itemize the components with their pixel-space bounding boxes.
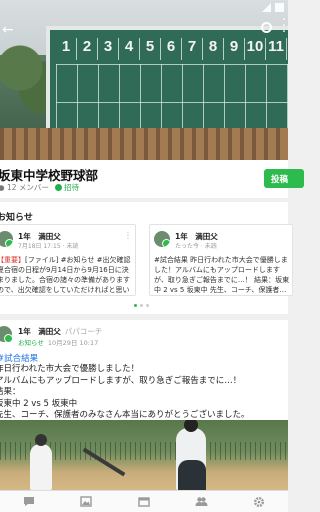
members-icon[interactable] (195, 496, 208, 507)
scoreboard-number: 7 (182, 38, 203, 60)
notices-title: お知らせ (0, 213, 33, 223)
invite-label: 招待 (64, 183, 79, 192)
search-icon[interactable] (261, 22, 272, 33)
chat-icon[interactable] (22, 496, 35, 507)
scoreboard-number: 4 (119, 38, 140, 60)
bottom-navigation (0, 490, 288, 512)
calendar-icon[interactable] (137, 496, 150, 507)
scoreboard-number: 2 (77, 38, 98, 60)
notice-tag: 【重要】 (0, 256, 25, 264)
scoreboard: 123456789101112 (46, 26, 288, 144)
catcher-figure (178, 460, 206, 490)
scoreboard-number: 9 (224, 38, 245, 60)
chevron-right-icon[interactable]: › (84, 164, 89, 178)
author-name-label: 1年 満田父 (18, 327, 61, 336)
status-bar (262, 3, 284, 12)
fence (0, 128, 288, 160)
scoreboard-number: 10 (245, 38, 266, 60)
group-info: 坂東中学校野球部 › ● 12 メンバー 招待 投稿 (0, 160, 304, 198)
post-meta: お知らせ 10月29日 10:17 (18, 337, 98, 347)
notice-body: #試合結果 昨日行われた市大会で優勝しました！アルバムにもアップロードしますが、… (154, 255, 292, 295)
member-count-label: 12 メンバー (6, 183, 49, 192)
avatar (154, 231, 170, 247)
invite-link[interactable]: 招待 (55, 182, 79, 193)
carousel-dots (134, 304, 149, 307)
cover-photo: 123456789101112 ← ··· (0, 0, 288, 160)
scoreboard-number: 6 (161, 38, 182, 60)
avatar (0, 326, 13, 343)
album-icon[interactable] (80, 496, 93, 507)
post-hashtag[interactable]: #試合結果 (0, 352, 38, 364)
more-vert-icon[interactable]: ⋮ (124, 231, 132, 240)
post-card[interactable]: 1年 満田父 パパコーチ お知らせ 10月29日 10:17 #試合結果 昨日行われ… (0, 320, 288, 490)
notice-card[interactable]: 1年 満田父 7月18日 17:15 · 未読 ⋮ 【重要】[ファイル] #お知… (0, 224, 136, 296)
members-icon: ● (0, 183, 5, 192)
back-arrow-icon[interactable]: ← (2, 22, 14, 38)
invite-icon (55, 184, 62, 191)
notices-section: お知らせ 1年 満田父 7月18日 17:15 · 未読 ⋮ 【重要】[ファイル… (0, 202, 293, 314)
post-category: お知らせ (18, 339, 44, 347)
notice-card[interactable]: 1年 満田父 たった今 · 未読 #試合結果 昨日行われた市大会で優勝しました！… (149, 224, 293, 296)
signal-icon (262, 3, 271, 12)
author-role: パパコーチ (64, 327, 103, 336)
post-text: 昨日行われた市大会で優勝しました！ アルバムにもアップロードしますが、取り急ぎご… (0, 364, 250, 420)
post-button[interactable]: 投稿 (264, 169, 304, 188)
player-figure (30, 434, 52, 490)
carousel-dot (140, 304, 143, 307)
carousel-dot (146, 304, 149, 307)
scoreboard-number: 1 (56, 38, 77, 60)
scoreboard-number: 5 (140, 38, 161, 60)
notice-text: #試合結果 昨日行われた市大会で優勝しました！アルバムにもアップロードしますが、… (154, 256, 290, 294)
post-date: 10月29日 10:17 (47, 339, 99, 347)
scoreboard-number: 11 (266, 38, 287, 60)
scoreboard-number: 3 (98, 38, 119, 60)
carousel-dot-active (134, 304, 137, 307)
avatar (0, 231, 13, 247)
scoreboard-number: 12 (287, 38, 288, 60)
settings-icon[interactable] (253, 496, 266, 507)
author-name: 1年 満田父 パパコーチ (18, 326, 102, 337)
notice-meta: たった今 · 未読 (175, 243, 217, 250)
battery-icon (275, 3, 284, 12)
member-count[interactable]: ● 12 メンバー (0, 182, 49, 193)
scoreboard-number: 8 (203, 38, 224, 60)
post-photo[interactable] (0, 420, 288, 490)
notice-body: 【重要】[ファイル] #お知らせ #出欠確認 夏合宿の日程が9月14日から9月1… (0, 255, 135, 295)
more-vert-icon[interactable]: · · · (282, 14, 286, 39)
scoreboard-numbers: 123456789101112 (56, 38, 288, 60)
notice-meta: 7月18日 17:15 · 未読 (18, 243, 79, 250)
